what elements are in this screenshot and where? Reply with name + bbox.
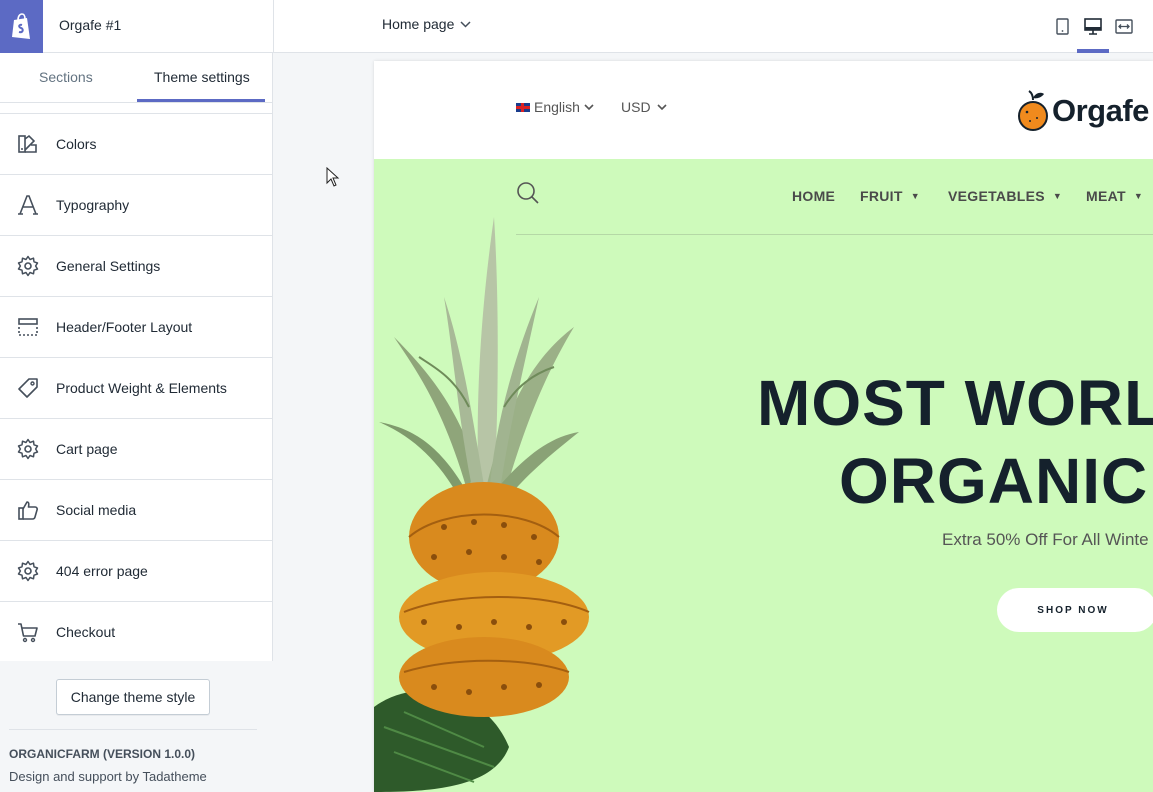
language-selector[interactable]: English bbox=[516, 99, 594, 115]
brand-name: Orgafe bbox=[1052, 93, 1149, 128]
change-theme-style-button[interactable]: Change theme style bbox=[56, 679, 210, 715]
main-nav: HOME FRUIT ▼ VEGETABLES ▼ MEAT ▼ bbox=[516, 159, 1153, 235]
layout-icon bbox=[17, 316, 39, 338]
theme-settings-menu: Colors Typography General Settings Heade… bbox=[0, 113, 273, 662]
page-selector-label: Home page bbox=[382, 16, 455, 32]
active-view-indicator bbox=[1077, 49, 1109, 53]
sidebar-item-social-media[interactable]: Social media bbox=[0, 479, 273, 540]
nav-label: FRUIT bbox=[860, 188, 903, 204]
sidebar-item-general-settings[interactable]: General Settings bbox=[0, 235, 273, 296]
nav-label: MEAT bbox=[1086, 188, 1126, 204]
sidebar-item-header-footer-layout[interactable]: Header/Footer Layout bbox=[0, 296, 273, 357]
desktop-view-icon bbox=[1084, 17, 1102, 35]
sidebar-item-label: General Settings bbox=[56, 258, 161, 274]
caret-down-icon: ▼ bbox=[1052, 191, 1063, 201]
sidebar-item-label: Typography bbox=[56, 197, 130, 213]
chevron-down-icon bbox=[584, 103, 594, 110]
chevron-down-icon bbox=[656, 103, 667, 110]
top-bar: Orgafe #1 Home page bbox=[0, 0, 1153, 53]
tabs-divider bbox=[0, 102, 273, 103]
topbar-divider bbox=[273, 0, 274, 53]
hero-headline-line1: MOST WORLD bbox=[757, 367, 1153, 439]
colors-icon bbox=[17, 133, 39, 155]
theme-version: ORGANICFARM (VERSION 1.0.0) bbox=[9, 747, 196, 761]
mobile-view-button[interactable] bbox=[1051, 13, 1073, 39]
shopify-logo[interactable] bbox=[0, 0, 43, 53]
nav-vegetables[interactable]: VEGETABLES ▼ bbox=[948, 188, 1062, 204]
mobile-view-icon bbox=[1055, 17, 1069, 35]
orange-logo-icon bbox=[1018, 90, 1048, 131]
hero-headline-line2: ORGANIC bbox=[839, 445, 1149, 517]
nav-fruit[interactable]: FRUIT ▼ bbox=[860, 188, 920, 204]
sidebar-item-label: Cart page bbox=[56, 441, 118, 457]
sidebar-tabs: Sections Theme settings bbox=[0, 53, 273, 103]
footer-divider bbox=[9, 729, 257, 730]
tab-sections[interactable]: Sections bbox=[39, 69, 93, 85]
sidebar-item-label: Colors bbox=[56, 136, 97, 152]
pineapple-image bbox=[374, 217, 590, 792]
preview-top-bar: English USD Orgafe bbox=[374, 61, 1153, 159]
hero-banner: HOME FRUIT ▼ VEGETABLES ▼ MEAT ▼ MOST WORLD… bbox=[374, 159, 1153, 792]
caret-down-icon: ▼ bbox=[1133, 191, 1144, 201]
currency-label: USD bbox=[621, 99, 651, 115]
sidebar: Sections Theme settings Colors Typograph… bbox=[0, 53, 273, 792]
sidebar-item-colors[interactable]: Colors bbox=[0, 113, 273, 174]
tag-icon bbox=[17, 377, 39, 399]
theme-preview: English USD Orgafe HOME FRUIT ▼ VEGETABL… bbox=[374, 61, 1153, 792]
fullscreen-view-icon bbox=[1115, 18, 1133, 34]
mouse-cursor-icon bbox=[326, 167, 340, 187]
cart-icon bbox=[17, 621, 39, 643]
gear-icon bbox=[17, 255, 39, 277]
sidebar-item-cart-page[interactable]: Cart page bbox=[0, 418, 273, 479]
page-selector[interactable]: Home page bbox=[382, 16, 471, 32]
nav-label: VEGETABLES bbox=[948, 188, 1045, 204]
caret-down-icon: ▼ bbox=[910, 191, 920, 201]
store-name: Orgafe #1 bbox=[59, 17, 122, 33]
nav-home[interactable]: HOME bbox=[792, 188, 835, 204]
sidebar-item-checkout[interactable]: Checkout bbox=[0, 601, 273, 662]
sidebar-item-label: 404 error page bbox=[56, 563, 148, 579]
theme-support: Design and support by Tadatheme bbox=[9, 769, 207, 784]
thumbs-up-icon bbox=[17, 499, 39, 521]
sidebar-item-label: Header/Footer Layout bbox=[56, 319, 193, 335]
search-icon[interactable] bbox=[516, 181, 540, 205]
sidebar-item-typography[interactable]: Typography bbox=[0, 174, 273, 235]
uk-flag-icon bbox=[516, 102, 530, 112]
gear-icon bbox=[17, 438, 39, 460]
sidebar-item-label: Checkout bbox=[56, 623, 116, 640]
sidebar-item-label: Product Weight & Elements bbox=[56, 380, 227, 396]
brand-logo[interactable]: Orgafe bbox=[1016, 88, 1149, 134]
currency-selector[interactable]: USD bbox=[621, 99, 667, 115]
nav-label: HOME bbox=[792, 188, 836, 204]
hero-subheadline: Extra 50% Off For All Winte bbox=[942, 530, 1149, 549]
fullscreen-view-button[interactable] bbox=[1113, 13, 1135, 39]
sidebar-footer: Change theme style ORGANICFARM (VERSION … bbox=[0, 661, 273, 792]
typography-icon bbox=[17, 194, 39, 216]
desktop-view-button[interactable] bbox=[1082, 13, 1104, 39]
shopify-bag-icon bbox=[11, 12, 30, 39]
gear-icon bbox=[17, 560, 39, 582]
sidebar-item-404-page[interactable]: 404 error page bbox=[0, 540, 273, 601]
sidebar-item-product-weight[interactable]: Product Weight & Elements bbox=[0, 357, 273, 418]
language-label: English bbox=[534, 99, 580, 115]
chevron-down-icon bbox=[460, 20, 471, 28]
sidebar-item-label: Social media bbox=[56, 502, 137, 518]
shop-now-button[interactable]: SHOP NOW bbox=[997, 588, 1153, 632]
tab-theme-settings[interactable]: Theme settings bbox=[154, 69, 250, 85]
nav-meat[interactable]: MEAT ▼ bbox=[1086, 188, 1143, 204]
